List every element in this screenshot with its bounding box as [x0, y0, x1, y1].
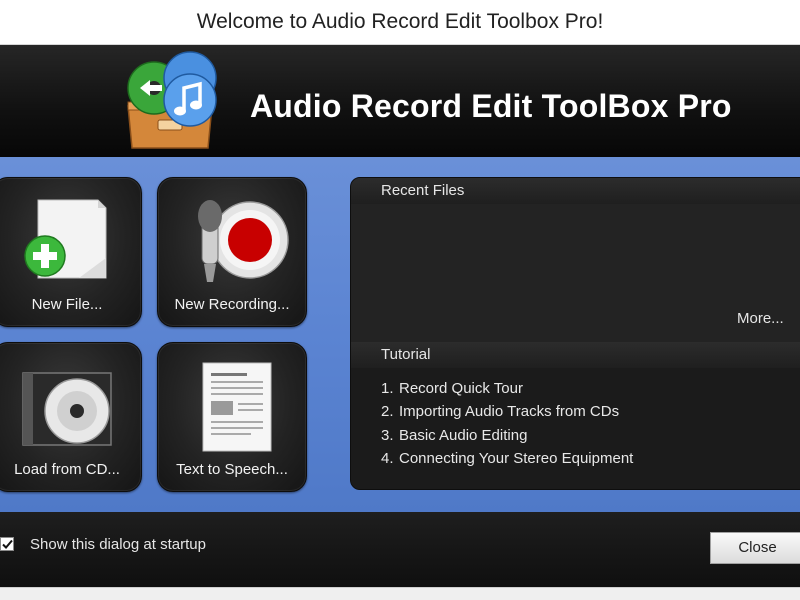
- text-to-speech-tile[interactable]: Text to Speech...: [157, 342, 307, 492]
- new-recording-label: New Recording...: [174, 296, 290, 313]
- window-title: Welcome to Audio Record Edit Toolbox Pro…: [196, 10, 604, 33]
- tutorial-list: 1. Record Quick Tour 2. Importing Audio Tr…: [351, 368, 800, 489]
- more-recent-files-link[interactable]: More...: [737, 310, 784, 327]
- info-panel: Recent Files More... Tutorial 1. Record Q…: [350, 177, 800, 490]
- new-recording-tile[interactable]: New Recording...: [157, 177, 307, 327]
- app-header: Audio Record Edit ToolBox Pro: [0, 45, 800, 157]
- tutorial-item[interactable]: 1. Record Quick Tour: [381, 380, 523, 397]
- show-at-startup-label: Show this dialog at startup: [30, 536, 206, 553]
- microphone-record-icon: [198, 200, 289, 282]
- recent-files-heading: Recent Files: [351, 178, 800, 204]
- new-file-icon: [24, 199, 107, 279]
- app-logo-icon: [127, 51, 217, 149]
- document-icon: [202, 362, 272, 452]
- load-cd-label: Load from CD...: [14, 461, 120, 478]
- tutorial-item[interactable]: 4. Connecting Your Stereo Equipment: [381, 450, 633, 467]
- tutorial-heading: Tutorial: [351, 342, 800, 368]
- window-bottom-edge: [0, 587, 800, 600]
- cd-case-icon: [22, 372, 112, 446]
- show-at-startup-checkbox[interactable]: [0, 537, 14, 551]
- window-title-bar: Welcome to Audio Record Edit Toolbox Pro…: [0, 0, 800, 45]
- tutorial-item[interactable]: 3. Basic Audio Editing: [381, 427, 527, 444]
- app-name: Audio Record Edit ToolBox Pro: [250, 88, 732, 124]
- recent-files-list: [351, 204, 800, 344]
- new-file-label: New File...: [31, 296, 103, 313]
- checkmark-icon: [2, 539, 13, 549]
- load-cd-tile[interactable]: Load from CD...: [0, 342, 142, 492]
- tutorial-item[interactable]: 2. Importing Audio Tracks from CDs: [381, 403, 619, 420]
- close-button[interactable]: Close: [710, 532, 800, 564]
- text-to-speech-label: Text to Speech...: [176, 461, 288, 478]
- new-file-tile[interactable]: New File...: [0, 177, 142, 327]
